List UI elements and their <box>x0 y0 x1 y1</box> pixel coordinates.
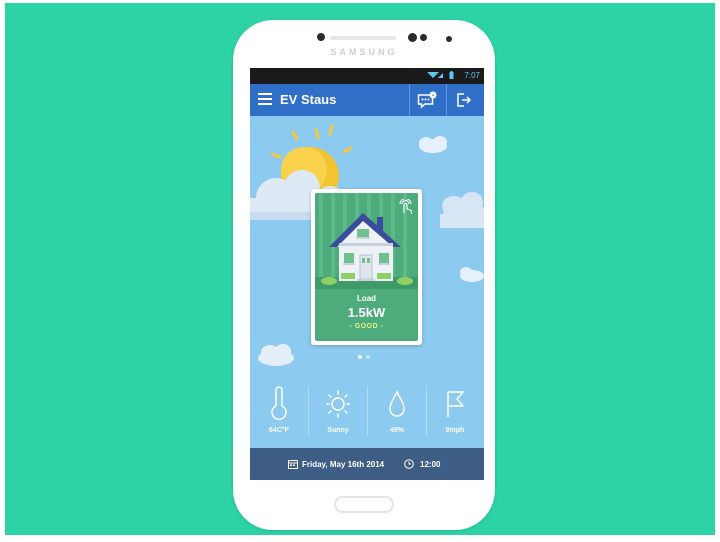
date-footer: Friday, May 16th 2014 12:00 <box>250 448 484 480</box>
logout-icon[interactable] <box>455 91 473 109</box>
message-icon[interactable]: • <box>417 91 437 109</box>
weather-humidity: 49% <box>368 380 426 448</box>
touch-icon <box>399 199 413 214</box>
thermometer-icon <box>271 386 287 421</box>
weather-condition: Sunny <box>309 380 367 448</box>
calendar-icon <box>288 460 298 469</box>
home-button[interactable] <box>334 496 394 513</box>
card-label: Load <box>356 294 377 303</box>
message-badge: • <box>432 93 434 99</box>
status-time: 7:07 <box>464 71 480 80</box>
weather-row: 64C°F Sunny 49% 9mph <box>250 380 484 448</box>
flag-icon <box>447 391 464 417</box>
camera-lens <box>408 33 417 42</box>
time-text: 12:00 <box>420 460 441 469</box>
temperature-label: 64C°F <box>269 427 289 434</box>
load-card[interactable]: Load 1.5kW - GOOD - <box>311 189 422 345</box>
sun-icon <box>326 390 350 418</box>
page-dot[interactable] <box>366 355 370 359</box>
app-title: EV Staus <box>280 92 337 107</box>
menu-icon[interactable] <box>258 93 272 107</box>
appbar-divider-2 <box>446 84 447 116</box>
battery-icon <box>449 71 454 79</box>
humidity-label: 49% <box>389 427 404 434</box>
drop-icon <box>389 390 405 417</box>
card-body: Load 1.5kW - GOOD - <box>315 193 418 341</box>
weather-wind: 9mph <box>426 380 484 448</box>
wind-label: 9mph <box>445 427 465 434</box>
front-camera <box>446 36 452 42</box>
app-bar: EV Staus • <box>250 84 484 116</box>
camera-lens-2 <box>420 34 427 41</box>
date-text: Friday, May 16th 2014 <box>302 460 385 469</box>
weather-temperature: 64C°F <box>250 380 308 448</box>
app-screen: 7:07 EV Staus • Load 1.5kW - GOOD - 64C°… <box>250 68 484 480</box>
wifi-icon <box>427 72 444 78</box>
appbar-divider <box>409 84 410 116</box>
phone-brand: SAMSUNG <box>330 47 398 57</box>
earpiece-speaker <box>330 36 396 40</box>
card-status: - GOOD - <box>349 323 384 330</box>
sensor-dot <box>317 33 325 41</box>
status-bar: 7:07 <box>250 68 484 84</box>
condition-label: Sunny <box>327 427 349 434</box>
page-dot-active[interactable] <box>358 355 362 359</box>
card-value: 1.5kW <box>347 305 386 320</box>
clock-icon <box>404 459 414 469</box>
status-icons <box>427 71 454 81</box>
